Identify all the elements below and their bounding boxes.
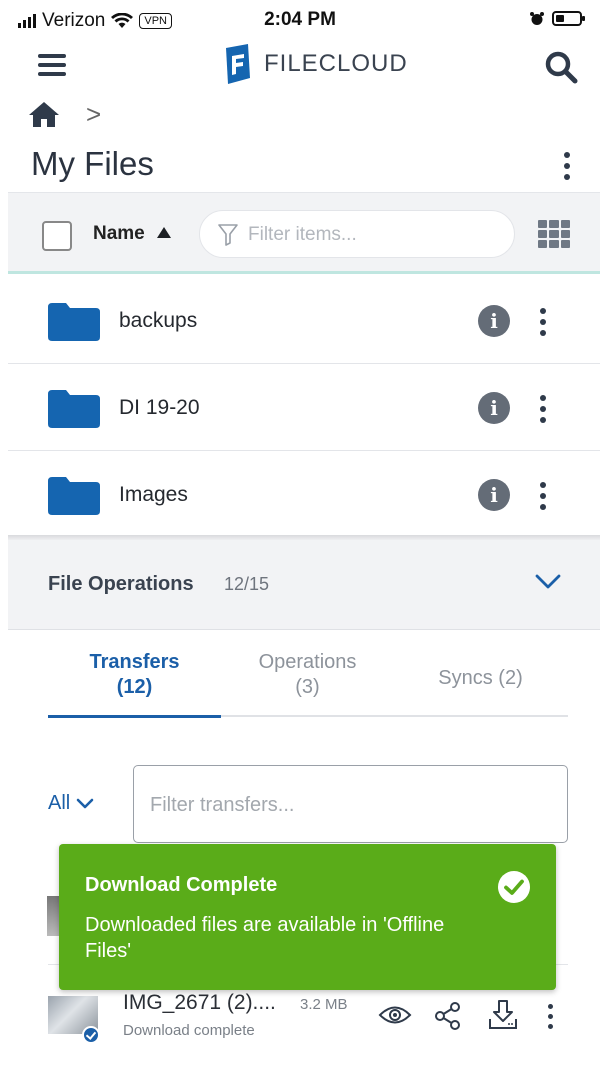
breadcrumb-separator: > [86, 99, 102, 129]
filter-items-field[interactable] [199, 210, 515, 258]
transfer-status: Download complete [123, 1022, 255, 1039]
folder-name: backups [119, 309, 198, 332]
filter-items-input[interactable] [248, 221, 498, 249]
tab-transfers[interactable]: Transfers (12) [48, 650, 221, 718]
tab-operations[interactable]: Operations (3) [221, 650, 394, 717]
folder-row[interactable]: backups i [8, 277, 600, 364]
row-more-icon[interactable] [536, 395, 550, 423]
transfer-more-icon[interactable] [543, 1004, 557, 1029]
folder-row[interactable]: Images i [8, 451, 600, 538]
transfer-file-name: IMG_2671 (2).... [123, 991, 276, 1014]
file-operations-header[interactable]: File Operations 12/15 [8, 540, 600, 630]
download-complete-toast[interactable]: Download Complete Downloaded files are a… [59, 844, 556, 990]
scope-label: All [48, 792, 71, 814]
eye-icon[interactable] [378, 1004, 412, 1026]
download-icon[interactable] [487, 999, 519, 1031]
select-all-checkbox[interactable] [42, 221, 72, 251]
file-list: backups i DI 19-20 i Images i [8, 277, 600, 538]
tab-syncs[interactable]: Syncs (2) [394, 650, 567, 717]
alarm-icon [530, 11, 544, 25]
folder-name: Images [119, 483, 188, 506]
info-icon[interactable]: i [478, 305, 510, 337]
list-toolbar: Name [8, 192, 600, 274]
page-more-icon[interactable] [560, 152, 574, 180]
status-bar: Verizon VPN 2:04 PM [0, 0, 600, 40]
row-more-icon[interactable] [536, 308, 550, 336]
filecloud-logo-icon [226, 44, 250, 84]
chevron-down-icon[interactable] [535, 574, 561, 590]
file-operations-tabs: Transfers (12) Operations (3) Syncs (2) [48, 650, 568, 718]
folder-icon [48, 390, 100, 428]
toast-title: Download Complete [85, 874, 278, 896]
tab-label: Operations [258, 651, 357, 673]
grid-view-icon[interactable] [538, 220, 570, 248]
filter-transfers-input[interactable] [150, 790, 550, 820]
folder-icon [48, 477, 100, 515]
share-icon[interactable] [434, 1002, 462, 1030]
filecloud-logo: FILECLOUD [222, 44, 408, 84]
info-icon[interactable]: i [478, 479, 510, 511]
breadcrumb: > [28, 100, 101, 128]
tab-label: Syncs (2) [438, 667, 523, 689]
logo-text: FILECLOUD [264, 50, 408, 77]
file-operations-count: 12/15 [224, 574, 270, 594]
info-icon[interactable]: i [478, 392, 510, 424]
filter-transfers-field[interactable] [133, 765, 568, 843]
file-operations-title: File Operations [48, 573, 194, 595]
sort-name-button[interactable]: Name [93, 223, 145, 245]
download-complete-badge-icon [82, 1026, 100, 1044]
sort-ascending-icon [157, 227, 171, 238]
search-icon[interactable] [544, 50, 578, 84]
menu-icon[interactable] [38, 54, 66, 76]
folder-name: DI 19-20 [119, 396, 200, 419]
tab-count: (12) [116, 676, 153, 698]
tab-count: (3) [295, 676, 320, 698]
toast-message: Downloaded files are available in 'Offli… [85, 914, 445, 962]
folder-row[interactable]: DI 19-20 i [8, 364, 600, 451]
clock: 2:04 PM [264, 9, 336, 30]
filter-icon [218, 224, 238, 246]
tab-label: Transfers [89, 651, 180, 673]
battery-icon [552, 11, 585, 26]
check-circle-icon [498, 871, 530, 903]
home-icon[interactable] [28, 100, 60, 128]
row-more-icon[interactable] [536, 482, 550, 510]
transfer-file-size: 3.2 MB [300, 996, 348, 1013]
folder-icon [48, 303, 100, 341]
page-title: My Files [31, 145, 154, 182]
chevron-down-icon [76, 798, 94, 808]
app-header: FILECLOUD [0, 40, 600, 90]
transfer-scope-dropdown[interactable]: All [48, 792, 94, 815]
